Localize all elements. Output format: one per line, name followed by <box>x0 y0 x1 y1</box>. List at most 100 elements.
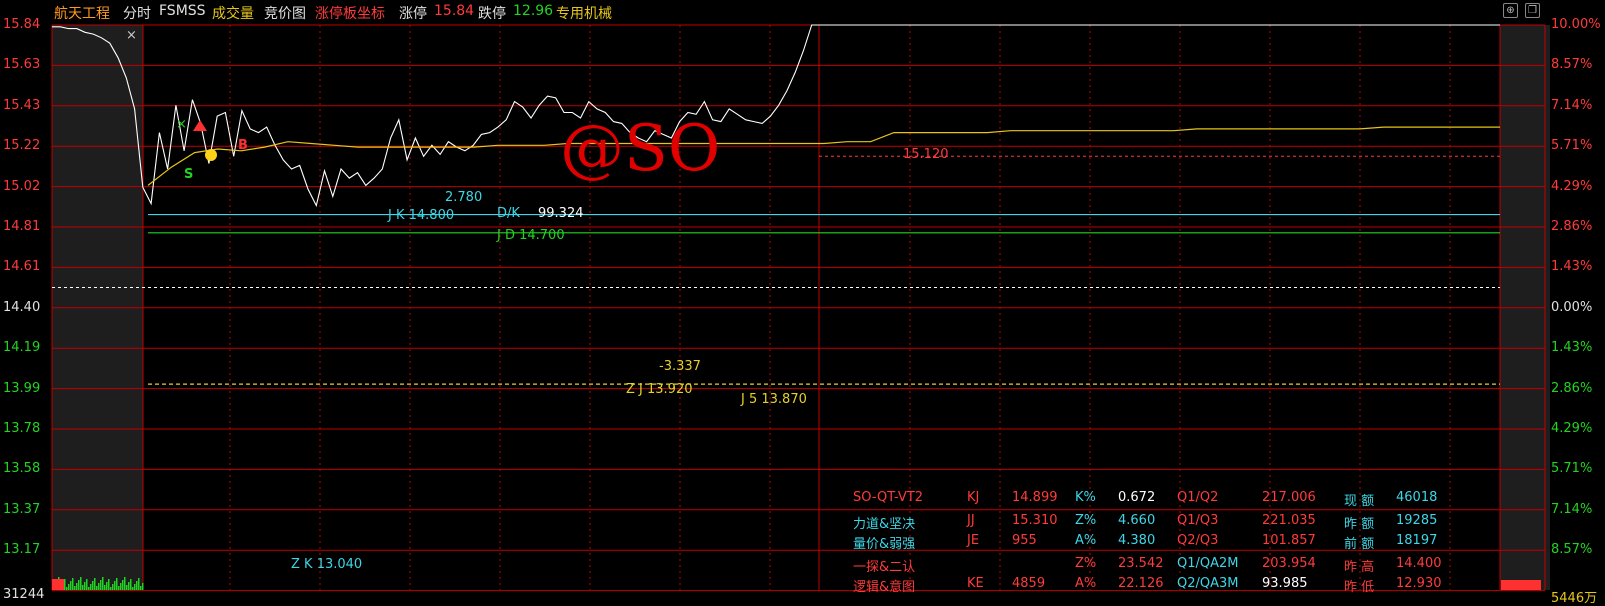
info-k2: A% <box>1075 576 1097 591</box>
info-k3: Q1/Q2 <box>1177 490 1219 505</box>
volume-bar <box>104 585 106 590</box>
right-tick-label: 4.29% <box>1551 178 1593 194</box>
info-c1: SO-QT-VT2 <box>853 490 924 505</box>
info-v1: 955 <box>1012 533 1037 548</box>
right-tick-label: 7.14% <box>1551 97 1593 113</box>
info-v1: 4859 <box>1012 576 1046 591</box>
info-v3: 217.006 <box>1262 490 1316 505</box>
info-c1: 一探&二认 <box>853 560 916 575</box>
volume-bar <box>136 581 138 590</box>
volume-bar <box>64 579 66 590</box>
info-v2: 4.660 <box>1118 513 1156 528</box>
volume-bar <box>92 581 94 590</box>
level-15120-label: 15.120 <box>903 147 949 162</box>
info-k4: 昨 低 <box>1344 580 1375 595</box>
info-v4: 14.400 <box>1396 556 1442 571</box>
volume-bar <box>140 586 142 590</box>
info-v2: 4.380 <box>1118 533 1156 548</box>
right-tick-label: 7.14% <box>1551 501 1593 517</box>
volume-bar <box>134 584 136 590</box>
info-v4: 12.930 <box>1396 576 1442 591</box>
volume-bar <box>142 583 144 590</box>
info-k3: Q2/QA3M <box>1177 576 1239 591</box>
left-tick-label: 14.81 <box>3 219 41 234</box>
b-marker: B <box>238 138 248 153</box>
info-k3: Q2/Q3 <box>1177 533 1219 548</box>
right-tick-label: 5.71% <box>1551 461 1593 477</box>
volume-bar <box>118 586 120 590</box>
volume-bar <box>66 587 68 590</box>
info-v1: 14.899 <box>1012 490 1058 505</box>
x-marker: × <box>176 117 187 132</box>
volume-bar <box>114 581 116 590</box>
left-tick-label: 14.61 <box>3 259 41 275</box>
volume-bar <box>106 582 108 590</box>
left-tick-label: 13.99 <box>3 380 41 396</box>
close-icon[interactable]: × <box>126 28 137 43</box>
buy-dot-marker <box>205 149 217 161</box>
info-v3: 203.954 <box>1262 556 1316 571</box>
info-k4: 昨 高 <box>1344 560 1375 575</box>
right-tick-label: 8.57% <box>1551 542 1593 558</box>
info-v3: 93.985 <box>1262 576 1308 591</box>
left-tick-label: 14.19 <box>3 340 41 356</box>
right-tick-label: 1.43% <box>1551 259 1593 275</box>
volume-bar <box>82 585 84 590</box>
left-tick-label: 13.58 <box>3 461 41 477</box>
zj-label: Z J 13.920 <box>626 382 693 397</box>
info-v4: 18197 <box>1396 533 1438 548</box>
dk-label: D/K <box>497 206 520 221</box>
info-c1: 力道&坚决 <box>853 517 916 532</box>
volume-bar <box>100 580 102 590</box>
volume-bar <box>90 584 92 590</box>
zk-label: Z K 13.040 <box>291 557 363 572</box>
volume-bar <box>52 579 64 590</box>
info-k2: A% <box>1075 533 1097 548</box>
info-k2: Z% <box>1075 513 1097 528</box>
watermark: @SO <box>560 112 721 186</box>
volume-bar <box>120 583 122 590</box>
jd-label: J D 14.700 <box>497 228 565 243</box>
info-k4: 现 额 <box>1344 494 1375 509</box>
info-k1: JE <box>967 533 980 548</box>
volume-bar <box>88 587 90 590</box>
volume-bar <box>76 583 78 590</box>
price-line <box>52 24 1500 208</box>
info-v2: 0.672 <box>1118 490 1156 505</box>
left-tick-label: 15.63 <box>3 57 41 73</box>
jk-diff-label: 2.780 <box>445 190 483 205</box>
dk-value: 99.324 <box>538 206 584 221</box>
info-k3: Q1/QA2M <box>1177 556 1239 571</box>
volume-bar <box>94 578 96 590</box>
volume-bar <box>80 577 82 590</box>
info-v4: 46018 <box>1396 490 1438 505</box>
left-tick-label: 13.78 <box>3 421 41 436</box>
volume-bar <box>86 579 88 590</box>
volume-bar <box>74 586 76 590</box>
volume-bar <box>68 584 70 590</box>
info-k3: Q1/Q3 <box>1177 513 1219 528</box>
volume-bar <box>102 577 104 590</box>
volume-bar <box>110 587 112 590</box>
volume-bar <box>130 579 132 590</box>
left-tick-label: 14.40 <box>3 299 41 315</box>
volume-bar <box>78 580 80 590</box>
left-tick-label: 15.43 <box>3 97 41 113</box>
info-v2: 23.542 <box>1118 556 1164 571</box>
volume-bar <box>116 578 118 590</box>
right-tick-label: 4.29% <box>1551 421 1593 436</box>
volume-bar <box>72 578 74 590</box>
right-tick-label: 1.43% <box>1551 340 1593 356</box>
info-v3: 101.857 <box>1262 533 1316 548</box>
zj-diff-label: -3.337 <box>659 359 701 374</box>
info-c1: 量价&弱强 <box>853 537 916 552</box>
info-k1: KE <box>967 576 984 591</box>
volume-bar <box>84 582 86 590</box>
volume-bar <box>112 584 114 590</box>
volume-bar <box>70 581 72 590</box>
volume-bar <box>108 579 110 590</box>
volume-bar <box>128 582 130 590</box>
right-tick-label: 0.00% <box>1551 299 1593 315</box>
left-tick-label: 13.17 <box>3 542 41 558</box>
left-tick-label: 15.22 <box>3 138 41 154</box>
